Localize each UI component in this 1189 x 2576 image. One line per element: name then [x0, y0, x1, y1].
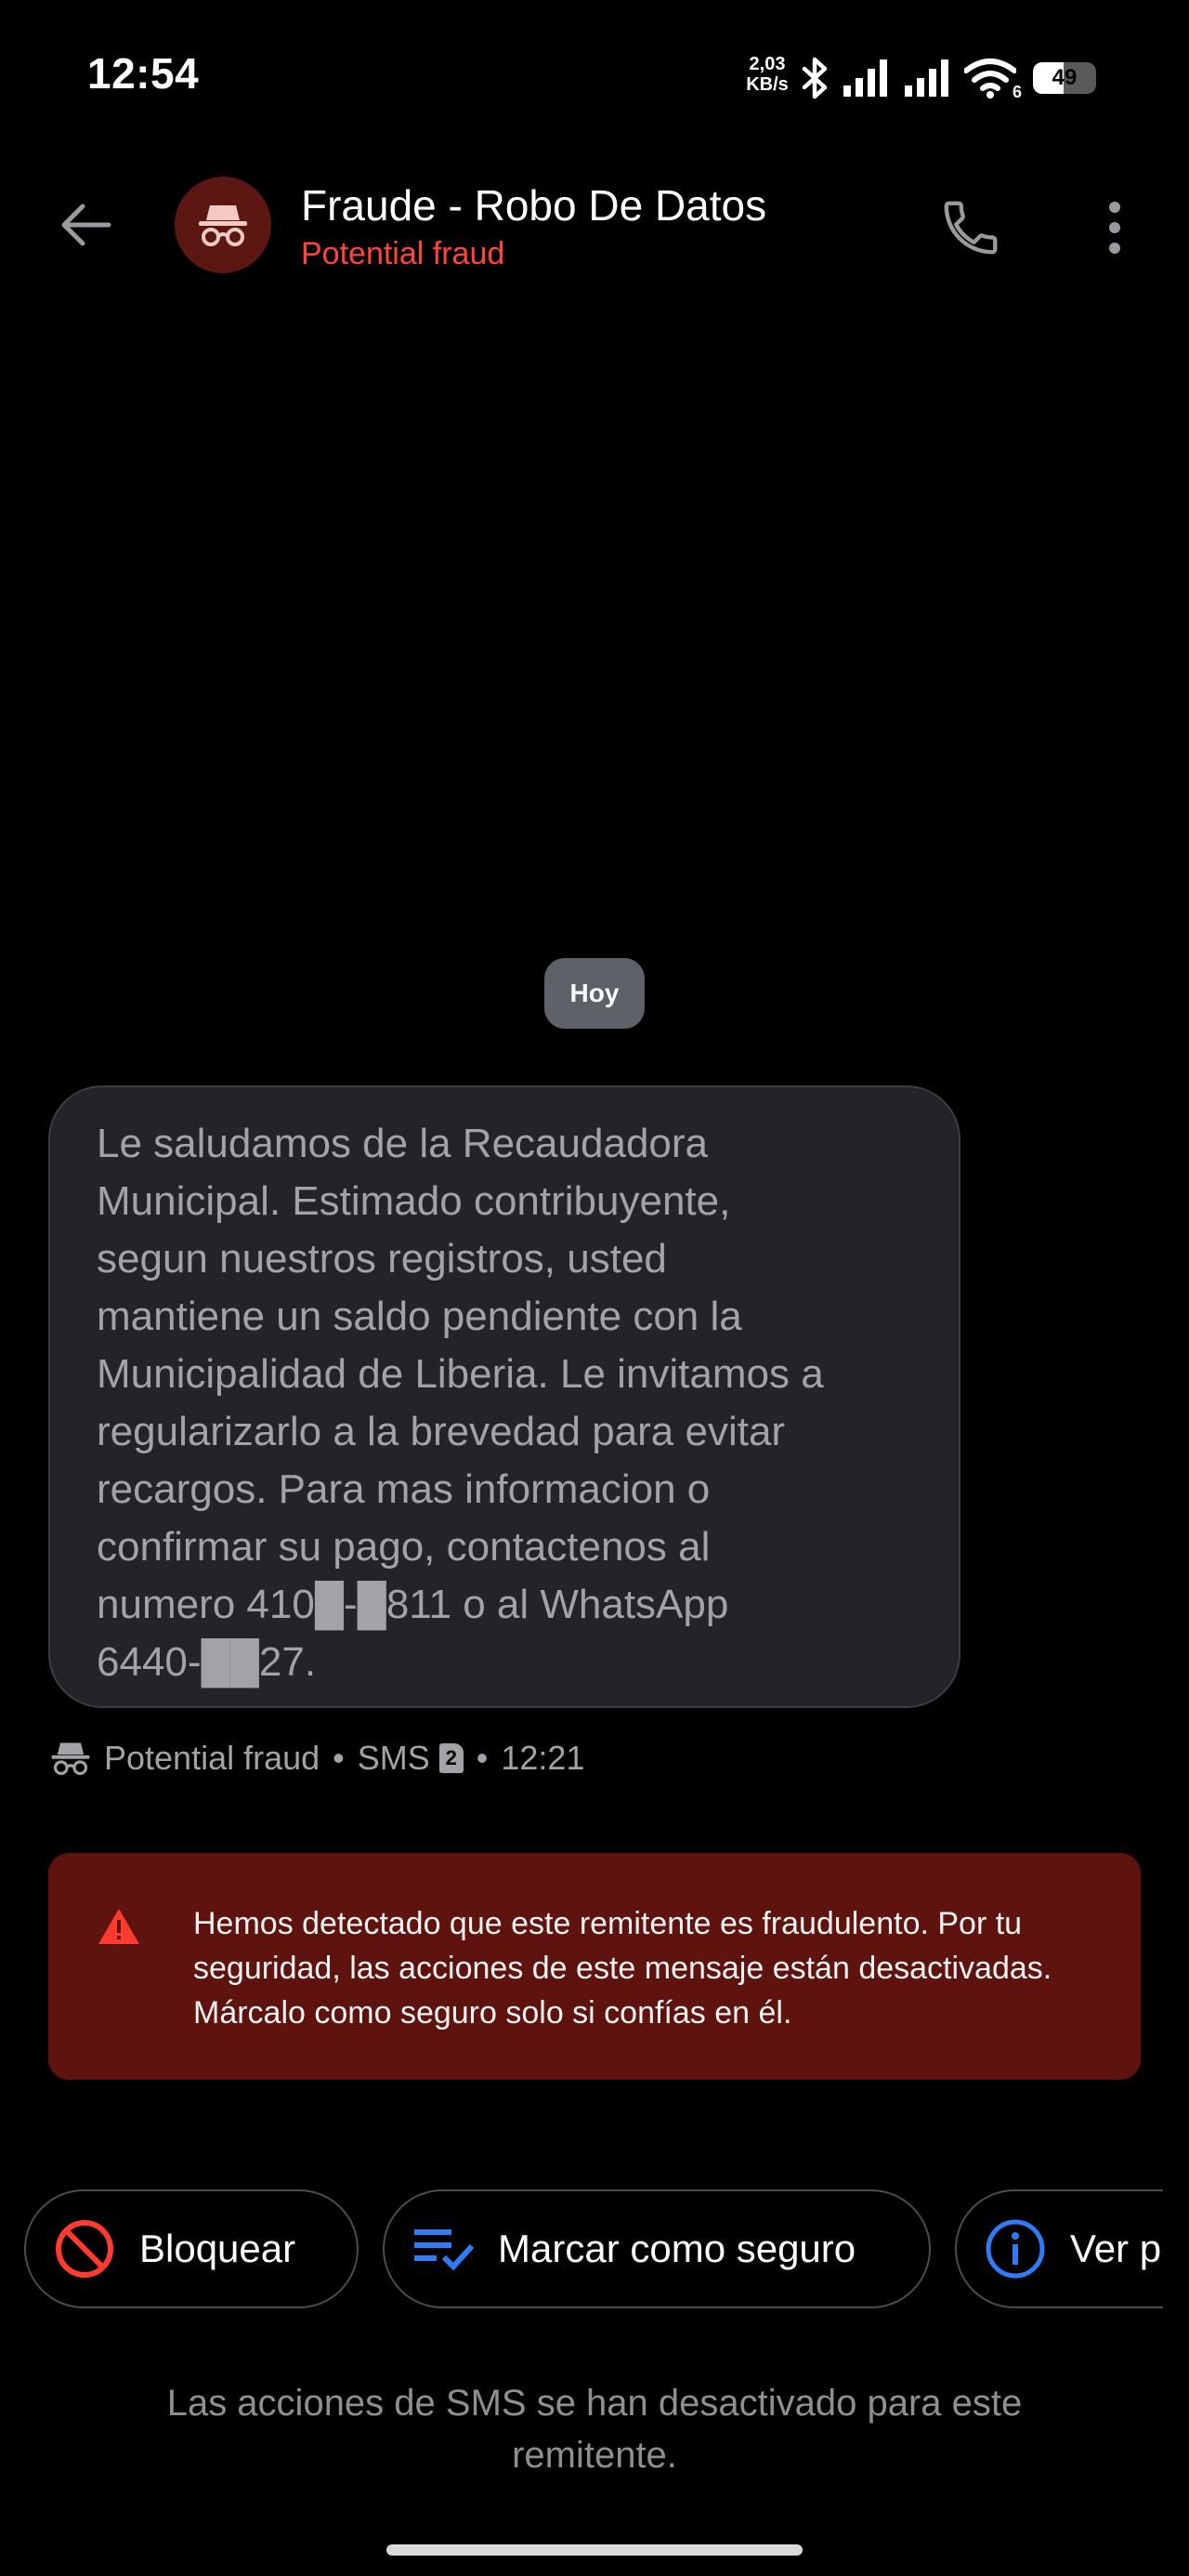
fraud-status-label: Potential fraud [301, 236, 505, 271]
message-line: confirmar su pago, contactenos al [97, 1524, 711, 1570]
wifi-icon: 6 [963, 58, 1022, 101]
info-icon [986, 2219, 1045, 2279]
signal-sim1-icon [843, 59, 887, 97]
battery-level: 49 [1052, 65, 1078, 90]
action-chips: Bloquear Marcar como seguro Ver p [0, 2189, 1163, 2308]
message-line: Le saludamos de la Recaudadora [97, 1121, 709, 1166]
message-line: segun nuestros registros, usted [97, 1236, 667, 1281]
view-details-button[interactable]: Ver p [955, 2189, 1163, 2308]
block-icon [56, 2220, 113, 2278]
status-icons: 6 49 [799, 54, 1096, 102]
phone-icon [944, 201, 998, 255]
date-separator: Hoy [544, 958, 645, 1029]
mark-safe-button[interactable]: Marcar como seguro [383, 2189, 931, 2308]
sms-actions-disabled-note: Las acciones de SMS se han desactivado p… [166, 2383, 1023, 2476]
meta-time: 12:21 [501, 1739, 585, 1777]
message-line: 6440-██27. [97, 1639, 317, 1685]
message-line: Municipalidad de Liberia. Le invitamos a [97, 1351, 824, 1397]
meta-separator: • [333, 1739, 345, 1777]
spy-incognito-icon [51, 1742, 90, 1776]
fraud-warning-banner: Hemos detectado que este remitente es fr… [48, 1853, 1141, 2080]
view-details-label: Ver p [1070, 2227, 1162, 2270]
wifi-standard-label: 6 [1012, 83, 1022, 101]
network-speed: 2,03 KB/s [741, 54, 793, 95]
status-time: 12:54 [87, 49, 200, 98]
home-indicator[interactable] [386, 2544, 803, 2556]
message-line: recargos. Para mas informacion o [97, 1466, 711, 1512]
meta-fraud-label: Potential fraud [104, 1739, 320, 1777]
avatar[interactable] [175, 177, 271, 273]
mark-safe-label: Marcar como seguro [498, 2227, 856, 2270]
message-line: Municipal. Estimado contribuyente, [97, 1178, 731, 1224]
battery-icon: 49 [1033, 62, 1096, 94]
spy-incognito-icon [199, 205, 247, 246]
message-bubble[interactable]: Le saludamos de la Recaudadora Municipal… [48, 1085, 960, 1708]
network-speed-unit: KB/s [746, 74, 789, 95]
message-line: regularizarlo a la brevedad para evitar [97, 1409, 786, 1454]
meta-channel: SMS [357, 1739, 430, 1777]
playlist-check-icon [414, 2229, 474, 2271]
bluetooth-icon [802, 57, 828, 99]
meta-separator: • [476, 1739, 489, 1777]
call-button[interactable] [929, 186, 1013, 269]
message-meta: Potential fraud • SMS 2 • 12:21 [50, 1734, 584, 1782]
block-button[interactable]: Bloquear [24, 2189, 359, 2308]
more-options-button[interactable] [1078, 186, 1152, 269]
more-vertical-icon [1109, 202, 1120, 254]
warning-text: Hemos detectado que este remitente es fr… [193, 1906, 1052, 2031]
network-speed-value: 2,03 [749, 54, 786, 74]
block-label: Bloquear [139, 2227, 296, 2270]
back-button[interactable] [46, 186, 124, 264]
message-line: numero 410█-█811 o al WhatsApp [97, 1582, 729, 1627]
contact-name[interactable]: Fraude - Robo De Datos [301, 180, 766, 230]
warning-triangle-icon [98, 1909, 139, 1944]
signal-sim2-icon [905, 59, 948, 97]
sim-slot-badge: 2 [438, 1743, 464, 1773]
back-arrow-icon [61, 204, 111, 246]
message-line: mantiene un saldo pendiente con la [97, 1294, 742, 1339]
